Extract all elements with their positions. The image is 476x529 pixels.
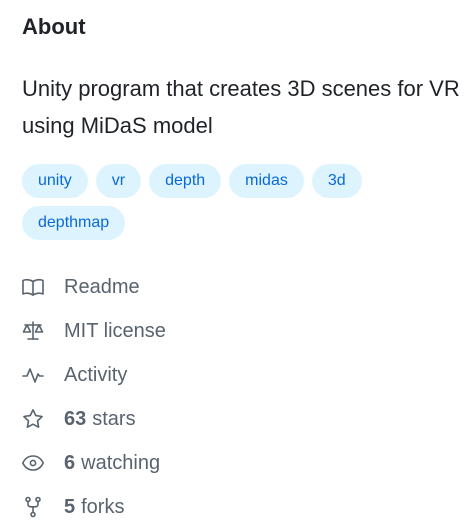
forks-label: forks [81, 496, 125, 518]
star-icon [20, 406, 46, 432]
topic-vr[interactable]: vr [95, 164, 142, 198]
topic-unity[interactable]: unity [22, 164, 88, 198]
about-panel: About Unity program that creates 3D scen… [0, 0, 476, 524]
forks-link[interactable]: 5 forks [20, 485, 166, 529]
readme-link[interactable]: Readme [20, 265, 166, 309]
license-label: MIT license [64, 320, 166, 342]
watchers-link[interactable]: 6 watching [20, 441, 166, 485]
license-link[interactable]: MIT license [20, 309, 166, 353]
repo-meta-list: Readme MIT license Activity 63 stars 6 wat… [20, 265, 166, 529]
forks-count: 5 [64, 496, 76, 518]
watching-count: 6 [64, 452, 76, 474]
eye-icon [20, 450, 46, 476]
topic-depthmap[interactable]: depthmap [22, 206, 126, 240]
repo-description: Unity program that creates 3D scenes for… [22, 76, 460, 138]
watching-label: watching [81, 452, 161, 474]
about-heading: About [22, 14, 86, 39]
readme-label: Readme [64, 276, 140, 298]
book-icon [20, 274, 46, 300]
stars-link[interactable]: 63 stars [20, 397, 166, 441]
pulse-icon [20, 362, 46, 388]
topic-3d[interactable]: 3d [311, 164, 362, 198]
stars-count: 63 [64, 408, 87, 430]
stars-label: stars [92, 408, 136, 430]
activity-label: Activity [64, 364, 128, 386]
topic-midas[interactable]: midas [229, 164, 304, 198]
activity-link[interactable]: Activity [20, 353, 166, 397]
repo-forked-icon [20, 494, 46, 520]
topics-list: unity vr depth midas 3d depthmap [22, 164, 462, 240]
topic-depth[interactable]: depth [149, 164, 222, 198]
law-icon [20, 318, 46, 344]
